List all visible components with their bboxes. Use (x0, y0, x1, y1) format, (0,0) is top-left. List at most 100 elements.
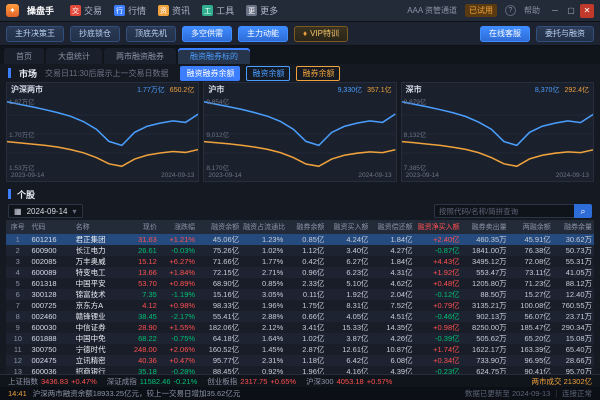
column-header-融资偿还额[interactable]: 融资偿还额 (371, 220, 415, 234)
column-header-代码[interactable]: 代码 (30, 220, 74, 234)
table-row[interactable]: 6300128锦富技术7.35-1.19%15.16亿3.05%0.11亿1.9… (6, 289, 594, 300)
index-value: 11582.46 (140, 377, 171, 386)
column-header-两融余额[interactable]: 两融余额 (509, 220, 553, 234)
chart-latest-value: 1.77万亿 (137, 85, 165, 95)
toolbar-button-抄底锁仓[interactable]: 抄底锁仓 (70, 26, 120, 42)
cell-现价: 40.36 (124, 355, 159, 366)
table-row[interactable]: 12002475立讯精密40.36+0.47%95.77亿2.31%1.18亿6… (6, 355, 594, 366)
index-深证成指[interactable]: 深证成指11582.46-0.21% (107, 376, 198, 387)
chart-plot-area[interactable]: 1.87万亿1.70万亿1.53万亿 (7, 96, 198, 172)
legend-chip-融资融券余额[interactable]: 融资融券余额 (180, 66, 240, 81)
toolbar-button-label: VIP特训 (310, 28, 339, 39)
toolbar-button-在线客服[interactable]: 在线客服 (480, 26, 530, 42)
maximize-button[interactable]: ▢ (564, 4, 578, 18)
cell-代码: 300128 (30, 289, 74, 300)
column-header-融资净买入额[interactable]: 融资净买入额 (415, 220, 462, 234)
menu-更多[interactable]: 更更多 (246, 4, 278, 17)
chevron-down-icon: ▾ (72, 207, 76, 216)
column-header-融券余量[interactable]: 融券余量 (553, 220, 594, 234)
cell-序号: 7 (6, 300, 30, 311)
cell-融资净买入额: +0.79亿 (415, 300, 462, 311)
column-header-融资买入额[interactable]: 融资买入额 (326, 220, 370, 234)
cell-序号: 9 (6, 322, 30, 333)
date-picker[interactable]: ▦ 2024-09-14 ▾ (8, 204, 83, 218)
table-row[interactable]: 8002460赣锋锂业38.45-2.17%55.41亿2.88%0.66亿4.… (6, 311, 594, 322)
table-row[interactable]: 5601318中国平安53.70+0.89%68.90亿0.85%2.33亿5.… (6, 278, 594, 289)
cell-代码: 600030 (30, 322, 74, 333)
toolbar-left-group: 主升决策王抄底锁仓顶底先机多空供需主力动能 ♦VIP特训 (6, 26, 348, 42)
toolbar-button-主力动能[interactable]: 主力动能 (238, 26, 288, 42)
chart-plot-area[interactable]: 9,854亿9,012亿8,170亿 (204, 96, 395, 172)
cell-两融余额: 65.20亿 (509, 333, 553, 344)
column-header-融券余额[interactable]: 融券余额 (285, 220, 326, 234)
title-bar: ✦ 操盘手 交交易行行情资资讯工工具更更多 AAA 资管通道 已试用 ? 帮助 … (0, 0, 600, 22)
column-header-融资余额[interactable]: 融资余额 (197, 220, 241, 234)
tab-大盘统计[interactable]: 大盘统计 (46, 48, 102, 64)
cell-代码: 601318 (30, 278, 74, 289)
index-change: +0.57% (367, 377, 393, 386)
menu-资讯[interactable]: 资资讯 (158, 4, 190, 17)
table-row[interactable]: 7000725京东方A4.12+0.98%98.33亿1.96%1.75亿8.3… (6, 300, 594, 311)
table-row[interactable]: 9600030中信证券28.90+1.55%182.06亿2.12%3.41亿1… (6, 322, 594, 333)
help-label[interactable]: 帮助 (524, 5, 540, 16)
column-header-现价[interactable]: 现价 (124, 220, 159, 234)
chart-latest-values: 9,330亿357.1亿 (338, 85, 392, 95)
toolbar-button-委托与融资[interactable]: 委托与融资 (536, 26, 594, 42)
status-news[interactable]: 沪深两市融资余额18933.25亿元，较上一交易日增加35.62亿元 (33, 388, 241, 399)
column-header-融资占流通比[interactable]: 融资占流通比 (241, 220, 285, 234)
cell-现价: 68.22 (124, 333, 159, 344)
toolbar-button-多空供需[interactable]: 多空供需 (182, 26, 232, 42)
tab-两市融资融券[interactable]: 两市融资融券 (104, 48, 176, 64)
column-header-名称[interactable]: 名称 (74, 220, 124, 234)
table-row[interactable]: 2600900长江电力26.61-0.03%75.26亿1.02%1.12亿3.… (6, 245, 594, 256)
cell-融资净买入额: +0.34亿 (415, 355, 462, 366)
minimize-button[interactable]: ─ (548, 4, 562, 18)
menu-label: 工具 (216, 4, 234, 17)
cell-融资占流通比: 1.64% (241, 333, 285, 344)
legend-chip-融券余额[interactable]: 融券余额 (296, 66, 340, 81)
table-row[interactable]: 11300750宁德时代248.00+2.06%160.52亿1.45%2.87… (6, 344, 594, 355)
chart-plot-area[interactable]: 8,879亿8,132亿7,385亿 (402, 96, 593, 172)
table-row[interactable]: 10601888中国中免68.22-0.75%64.18亿1.64%1.02亿3… (6, 333, 594, 344)
cell-融资偿还额: 4.26亿 (371, 333, 415, 344)
table-controls: ▦ 2024-09-14 ▾ ⌕ (0, 202, 600, 220)
index-上证指数[interactable]: 上证指数3436.83+0.47% (8, 376, 97, 387)
cell-两融余额: 76.38亿 (509, 245, 553, 256)
search-input[interactable] (434, 204, 574, 218)
index-创业板指[interactable]: 创业板指2317.75+0.65% (207, 376, 296, 387)
x-axis-labels: 2023-09-142024-09-13 (204, 172, 395, 181)
toolbar-button-顶底先机[interactable]: 顶底先机 (126, 26, 176, 42)
menu-行情[interactable]: 行行情 (114, 4, 146, 17)
cell-融券余额: 1.02亿 (285, 333, 326, 344)
table-row[interactable]: 3002085万丰奥威15.12+6.27%71.66亿1.77%0.42亿6.… (6, 256, 594, 267)
cell-融资余额: 55.41亿 (197, 311, 241, 322)
index-沪深300[interactable]: 沪深3004053.18+0.57% (306, 376, 392, 387)
toolbar-button-VIP特训[interactable]: ♦VIP特训 (294, 26, 348, 42)
cell-融券卖出量: 624.75万 (462, 366, 509, 374)
close-button[interactable]: ✕ (580, 4, 594, 18)
toolbar-button-主升决策王[interactable]: 主升决策王 (6, 26, 64, 42)
table-row[interactable]: 1601216君正集团31.63+1.21%45.06亿1.23%0.85亿4.… (6, 234, 594, 245)
section-accent (8, 68, 11, 78)
table-row[interactable]: 13600036招商银行35.18-0.28%88.45亿0.92%1.96亿4… (6, 366, 594, 374)
total-turnover: 两市成交 21302亿 (532, 376, 592, 387)
help-icon[interactable]: ? (505, 5, 516, 16)
menu-交易[interactable]: 交交易 (70, 4, 102, 17)
tab-融资融券标的[interactable]: 融资融券标的 (178, 48, 250, 64)
cell-现价: 38.45 (124, 311, 159, 322)
menu-工具[interactable]: 工工具 (202, 4, 234, 17)
tab-首页[interactable]: 首页 (4, 48, 44, 64)
column-header-融券卖出量[interactable]: 融券卖出量 (462, 220, 509, 234)
cell-现价: 35.18 (124, 366, 159, 374)
table-row[interactable]: 4600089特变电工13.66+1.84%72.15亿2.71%0.96亿6.… (6, 267, 594, 278)
cell-融资偿还额: 10.87亿 (371, 344, 415, 355)
column-header-涨跌幅[interactable]: 涨跌幅 (159, 220, 197, 234)
column-header-序号[interactable]: 序号 (6, 220, 30, 234)
cell-涨跌幅: +0.89% (159, 278, 197, 289)
search-button[interactable]: ⌕ (574, 204, 592, 218)
legend-chip-融资余额[interactable]: 融资余额 (246, 66, 290, 81)
cell-融资买入额: 8.31亿 (326, 300, 370, 311)
menu-icon: 行 (114, 5, 125, 16)
cell-名称: 京东方A (74, 300, 124, 311)
menu-label: 交易 (84, 4, 102, 17)
